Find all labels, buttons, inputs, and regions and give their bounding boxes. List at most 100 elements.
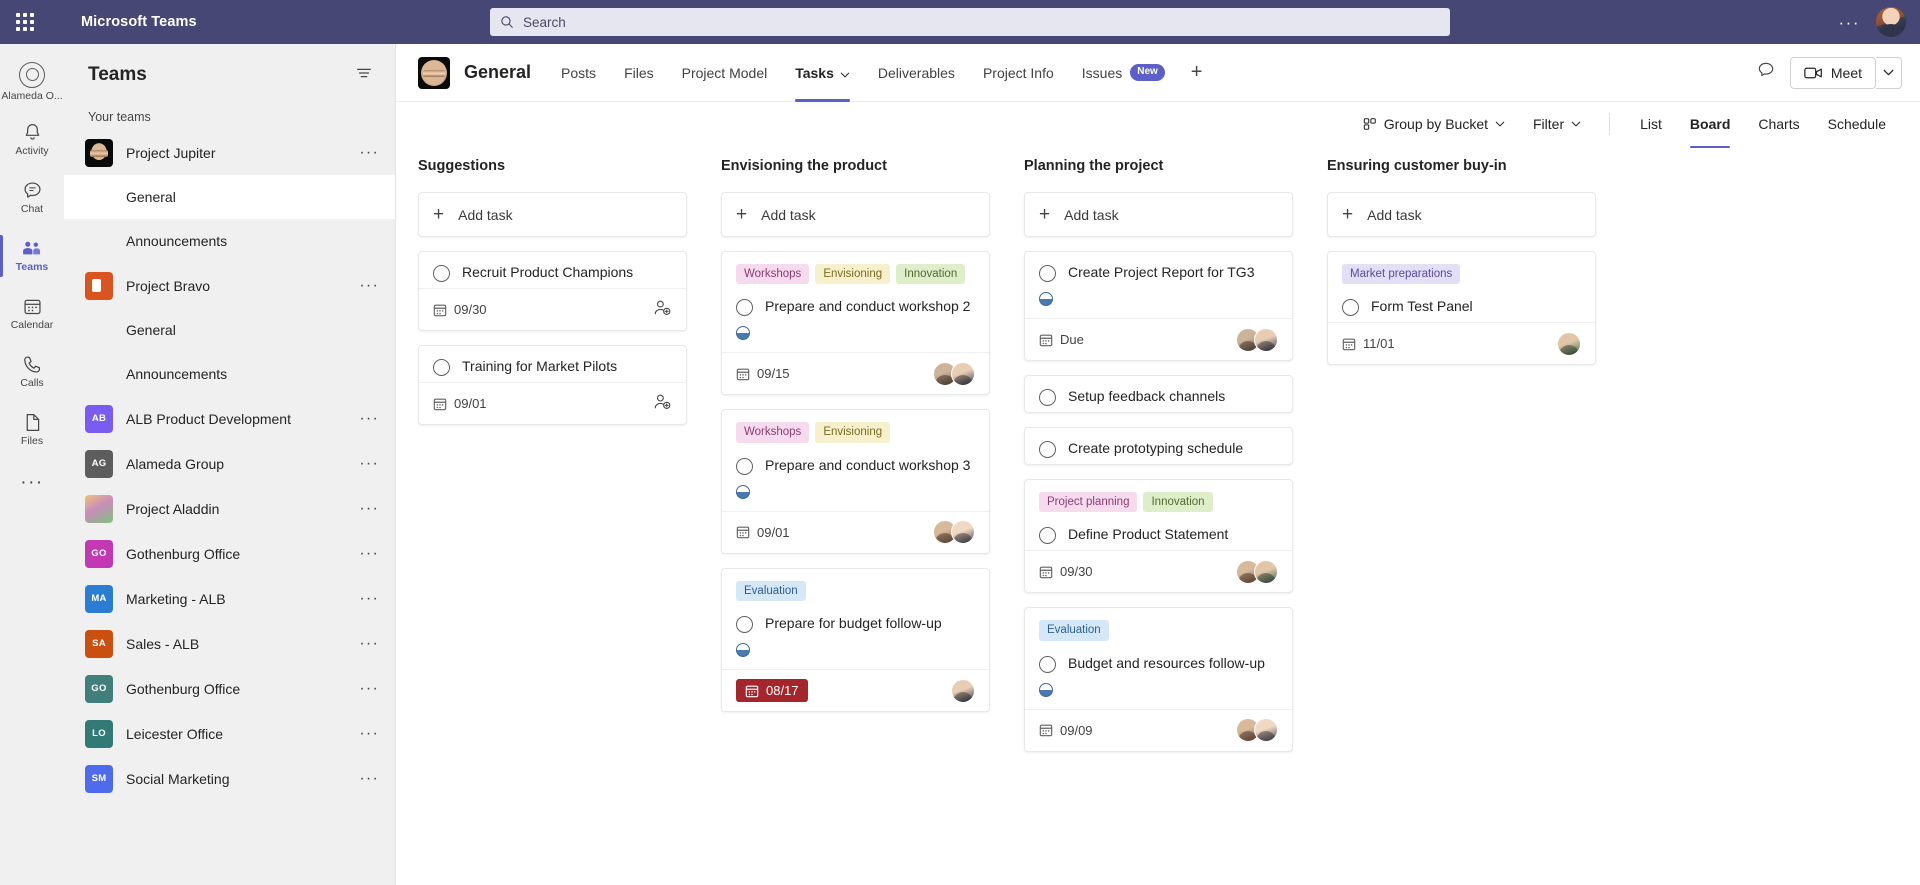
- assign-person-icon[interactable]: [653, 299, 672, 321]
- add-task-card[interactable]: + Add task: [1024, 192, 1293, 237]
- sidebar-item-files[interactable]: Files: [0, 401, 64, 459]
- avatar[interactable]: [951, 678, 975, 703]
- avatar[interactable]: [1254, 718, 1278, 743]
- filter-list-icon[interactable]: [355, 64, 373, 87]
- task-due-date[interactable]: 09/01: [433, 396, 487, 411]
- tab-posts[interactable]: Posts: [547, 44, 610, 102]
- filter-button[interactable]: Filter: [1521, 110, 1593, 138]
- tab-issues[interactable]: Issues New: [1068, 44, 1179, 102]
- task-card[interactable]: Project planning Innovation Define Product…: [1024, 479, 1293, 594]
- sidebar-item-channel[interactable]: General: [64, 175, 395, 219]
- team-more-button[interactable]: ···: [359, 144, 379, 161]
- task-checkbox[interactable]: [433, 265, 450, 282]
- tab-project-info[interactable]: Project Info: [969, 44, 1068, 102]
- view-charts[interactable]: Charts: [1744, 110, 1813, 138]
- task-card[interactable]: Recruit Product Champions 09/30: [418, 251, 687, 331]
- task-due-date[interactable]: 09/15: [736, 366, 790, 381]
- task-card[interactable]: Evaluation Prepare for budget follow-up 08…: [721, 567, 990, 713]
- sidebar-item-team[interactable]: SA Sales - ALB ···: [64, 621, 395, 666]
- sidebar-item-channel[interactable]: Announcements: [64, 219, 395, 263]
- team-more-button[interactable]: ···: [359, 725, 379, 742]
- task-checkbox[interactable]: [736, 616, 753, 634]
- team-more-button[interactable]: ···: [359, 410, 379, 427]
- sidebar-item-teams[interactable]: Teams: [0, 227, 64, 285]
- task-checkbox[interactable]: [1039, 441, 1056, 458]
- sidebar-item-team[interactable]: AG Alameda Group ···: [64, 441, 395, 486]
- tab-tasks[interactable]: Tasks: [781, 44, 864, 102]
- team-more-button[interactable]: ···: [359, 590, 379, 607]
- task-card[interactable]: Setup feedback channels: [1024, 375, 1293, 413]
- avatar[interactable]: [1876, 7, 1906, 37]
- task-checkbox[interactable]: [1039, 389, 1056, 406]
- sidebar-item-team[interactable]: LO Leicester Office ···: [64, 711, 395, 756]
- team-more-button[interactable]: ···: [359, 545, 379, 562]
- task-checkbox[interactable]: [1039, 655, 1056, 673]
- task-card[interactable]: Create Project Report for TG3 Due: [1024, 251, 1293, 361]
- top-more-button[interactable]: ···: [1839, 14, 1860, 31]
- meet-button[interactable]: Meet: [1789, 56, 1876, 89]
- task-card[interactable]: Market preparations Form Test Panel 11/01: [1327, 251, 1596, 366]
- task-due-date[interactable]: 09/09: [1039, 723, 1093, 738]
- task-checkbox[interactable]: [433, 359, 450, 376]
- task-due-date[interactable]: Due: [1039, 332, 1084, 347]
- group-by-button[interactable]: Group by Bucket: [1351, 110, 1517, 138]
- sidebar-item-activity[interactable]: Activity: [0, 111, 64, 169]
- add-task-card[interactable]: + Add task: [1327, 192, 1596, 237]
- avatar[interactable]: [951, 361, 975, 386]
- task-checkbox[interactable]: [736, 299, 753, 317]
- task-checkbox[interactable]: [1039, 265, 1056, 282]
- team-more-button[interactable]: ···: [359, 500, 379, 517]
- add-task-button[interactable]: + Add task: [1025, 193, 1292, 236]
- team-more-button[interactable]: ···: [359, 680, 379, 697]
- sidebar-item-team[interactable]: Project Jupiter ···: [64, 130, 395, 175]
- avatar[interactable]: [1254, 559, 1278, 584]
- team-more-button[interactable]: ···: [359, 277, 379, 294]
- sidebar-item-channel[interactable]: Announcements: [64, 352, 395, 396]
- sidebar-item-team[interactable]: AB ALB Product Development ···: [64, 396, 395, 441]
- view-board[interactable]: Board: [1676, 110, 1744, 148]
- view-list[interactable]: List: [1626, 110, 1676, 138]
- tab-deliverables[interactable]: Deliverables: [864, 44, 969, 102]
- tab-files[interactable]: Files: [610, 44, 668, 102]
- rail-more-button[interactable]: ···: [20, 459, 43, 507]
- chat-icon[interactable]: [1756, 60, 1776, 85]
- app-launcher-icon[interactable]: [0, 13, 50, 31]
- task-card[interactable]: Create prototyping schedule: [1024, 427, 1293, 465]
- search-input[interactable]: Search: [523, 15, 566, 30]
- team-more-button[interactable]: ···: [359, 635, 379, 652]
- task-due-date[interactable]: 09/30: [1039, 564, 1093, 579]
- add-task-card[interactable]: + Add task: [721, 192, 990, 237]
- avatar[interactable]: [1557, 331, 1581, 356]
- sidebar-item-chat[interactable]: Chat: [0, 169, 64, 227]
- task-due-date[interactable]: 09/30: [433, 302, 487, 317]
- search-bar[interactable]: Search: [490, 8, 1450, 36]
- sidebar-item-calls[interactable]: Calls: [0, 343, 64, 401]
- sidebar-item-team[interactable]: GO Gothenburg Office ···: [64, 531, 395, 576]
- task-card[interactable]: Evaluation Budget and resources follow-up…: [1024, 607, 1293, 752]
- sidebar-item-channel[interactable]: General: [64, 308, 395, 352]
- sidebar-item-calendar[interactable]: Calendar: [0, 285, 64, 343]
- sidebar-item-team[interactable]: Project Aladdin ···: [64, 486, 395, 531]
- tab-project-model[interactable]: Project Model: [668, 44, 782, 102]
- team-more-button[interactable]: ···: [359, 455, 379, 472]
- sidebar-item-team[interactable]: SM Social Marketing ···: [64, 756, 395, 801]
- task-checkbox[interactable]: [1342, 299, 1359, 317]
- task-checkbox[interactable]: [1039, 527, 1056, 545]
- add-task-button[interactable]: + Add task: [1328, 193, 1595, 236]
- task-due-date[interactable]: 09/01: [736, 525, 790, 540]
- task-due-date[interactable]: 08/17: [736, 679, 808, 703]
- add-task-card[interactable]: + Add task: [418, 192, 687, 237]
- add-tab-button[interactable]: +: [1179, 61, 1215, 84]
- meet-dropdown-button[interactable]: [1876, 56, 1902, 89]
- sidebar-item-team[interactable]: GO Gothenburg Office ···: [64, 666, 395, 711]
- view-schedule[interactable]: Schedule: [1814, 110, 1900, 138]
- sidebar-item-team[interactable]: Project Bravo ···: [64, 263, 395, 308]
- add-task-button[interactable]: + Add task: [722, 193, 989, 236]
- sidebar-item-team[interactable]: MA Marketing - ALB ···: [64, 576, 395, 621]
- task-card[interactable]: Workshops Envisioning Innovation Prepare an…: [721, 251, 990, 396]
- sidebar-item-org[interactable]: Alameda O...: [0, 53, 64, 111]
- assign-person-icon[interactable]: [653, 393, 672, 415]
- avatar[interactable]: [1254, 327, 1278, 352]
- task-due-date[interactable]: 11/01: [1342, 336, 1395, 351]
- avatar[interactable]: [951, 520, 975, 545]
